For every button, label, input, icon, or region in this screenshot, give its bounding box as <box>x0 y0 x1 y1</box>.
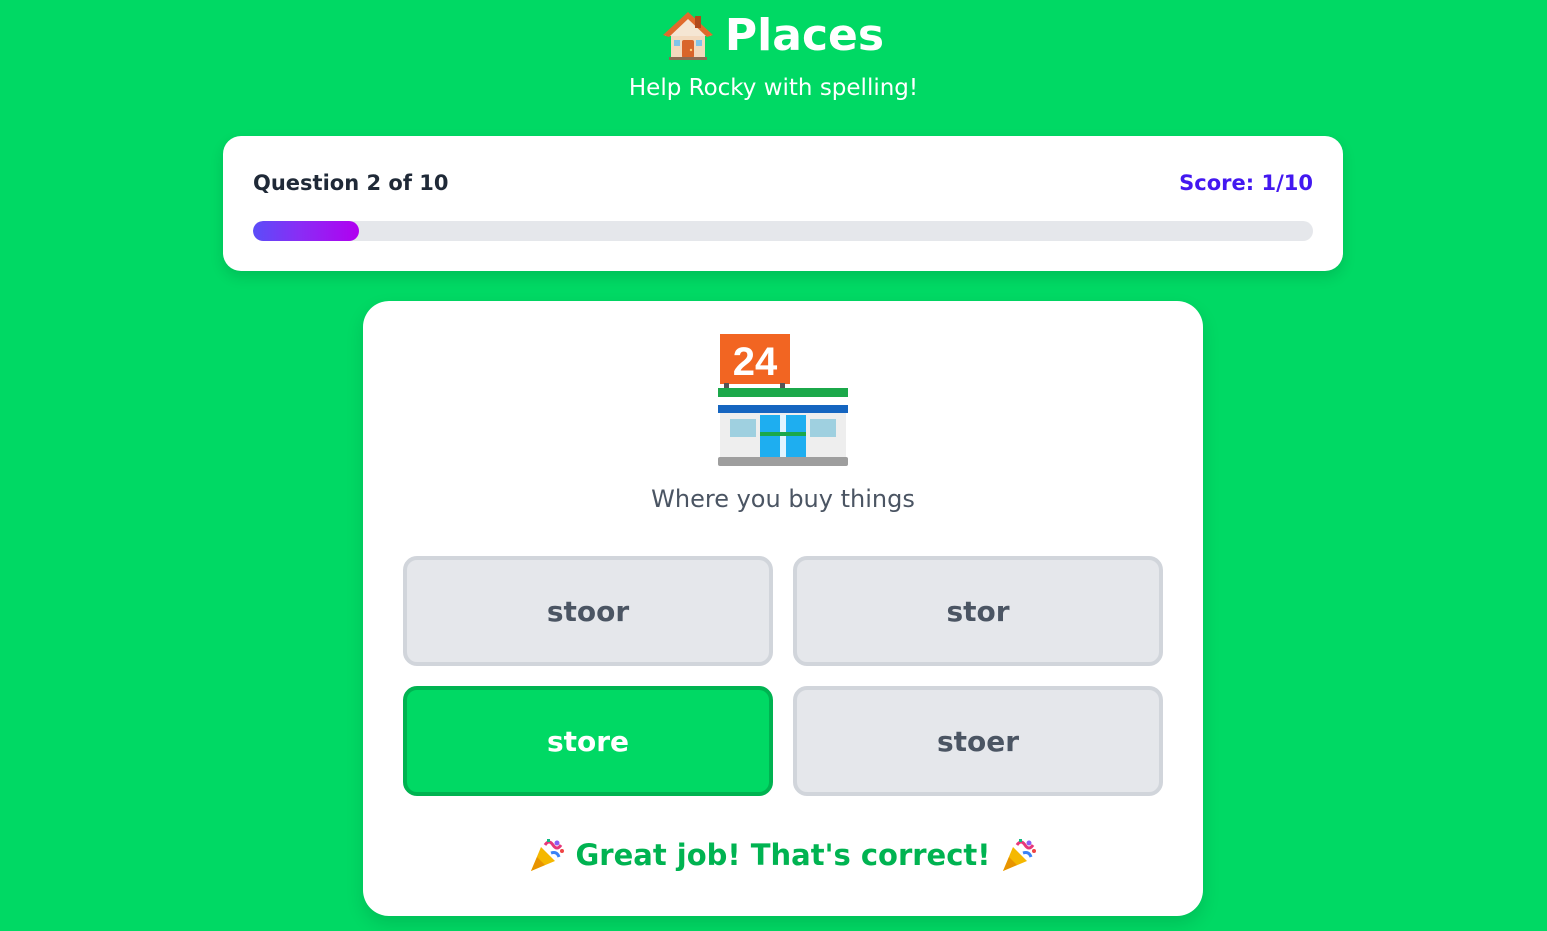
progress-bar <box>253 221 1313 241</box>
feedback-message: Great job! That's correct! <box>363 834 1203 876</box>
question-clue: Where you buy things <box>651 485 915 513</box>
party-popper-icon <box>531 839 565 871</box>
answer-option-stor[interactable]: stor <box>793 556 1163 666</box>
page-header: Places <box>0 8 1547 64</box>
store-sign-text: 24 <box>733 340 778 384</box>
page-subtitle: Help Rocky with spelling! <box>628 75 919 101</box>
answer-option-store[interactable]: store <box>403 686 773 796</box>
answer-option-stoer[interactable]: stoer <box>793 686 1163 796</box>
question-counter: Question 2 of 10 <box>253 171 449 195</box>
feedback-text: Great job! That's correct! <box>575 838 991 872</box>
page-title: Places <box>724 10 885 61</box>
convenience-store-icon: 24 <box>718 334 848 466</box>
answer-option-stoor[interactable]: stoor <box>403 556 773 666</box>
party-popper-icon <box>1002 839 1036 871</box>
house-icon <box>662 12 713 60</box>
progress-card <box>223 136 1343 271</box>
progress-bar-fill <box>253 221 359 241</box>
score-label: Score: 1/10 <box>1179 171 1313 195</box>
